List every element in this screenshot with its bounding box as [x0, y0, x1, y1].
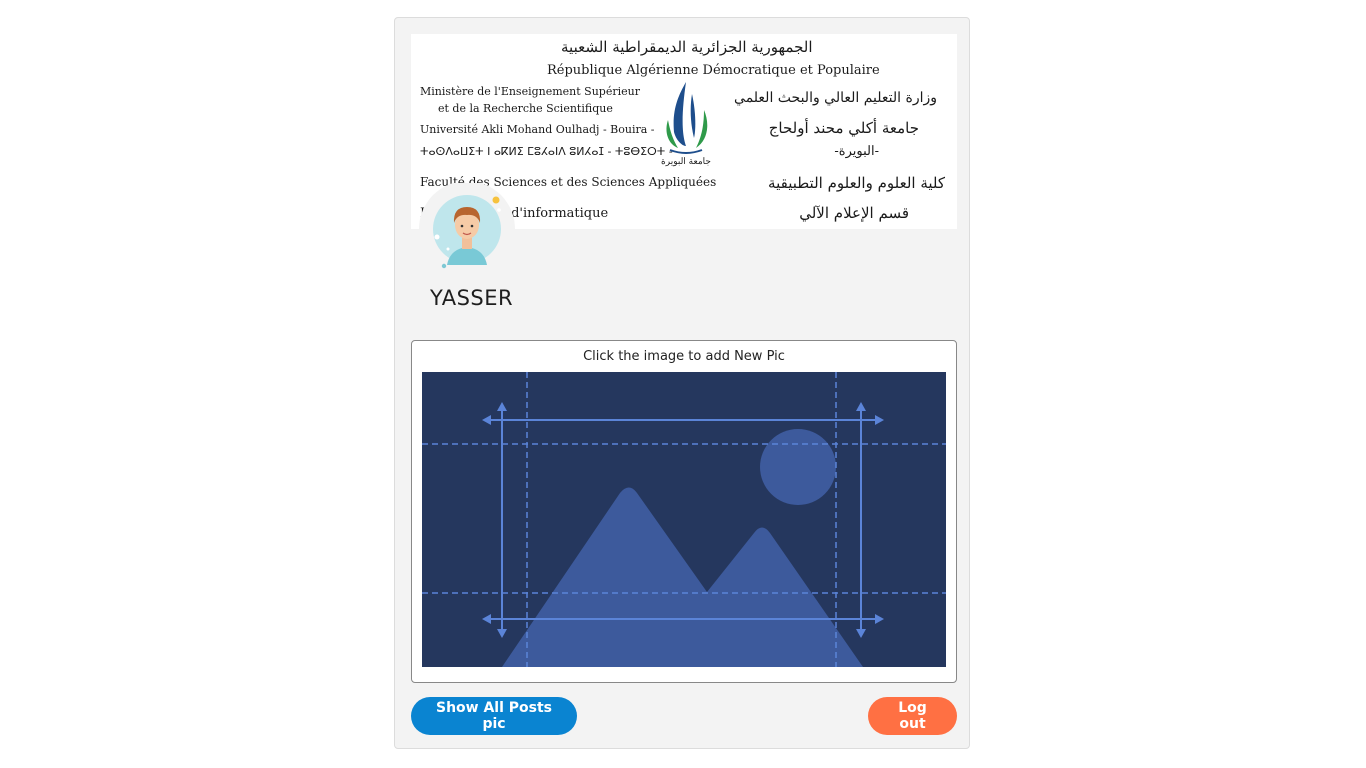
banner-tifinagh: ⵜⴰⵙⴷⴰⵡⵉⵜ ⵏ ⴰⴽⵍⵉ ⵎⵓⵃⴰⵏⴷ ⵓⵍⵃⴰⵊ - ⵜⵓⴱⵉⵔⵜ - [420, 145, 673, 158]
banner-ar-top: الجمهورية الجزائرية الديمقراطية الشعبية [561, 38, 813, 56]
upload-caption: Click the image to add New Pic [583, 349, 785, 364]
banner-ar-university: جامعة أكلي محند أولحاج [768, 119, 919, 137]
image-placeholder-icon [422, 372, 946, 667]
username: YASSER [430, 286, 514, 310]
banner-fr-ministry-1: Ministère de l'Enseignement Supérieur [420, 85, 640, 98]
banner-fr-ministry-2: et de la Recherche Scientifique [438, 102, 613, 115]
profile-card: الجمهورية الجزائرية الديمقراطية الشعبية … [394, 17, 970, 749]
banner-fr-university: Université Akli Mohand Oulhadj - Bouira … [420, 123, 655, 136]
avatar[interactable] [417, 181, 517, 277]
banner-ar-city: -البويرة- [834, 144, 879, 159]
add-new-pic-image[interactable] [422, 372, 946, 667]
banner-ar-department: قسم الإعلام الآلي [799, 204, 909, 222]
logo-caption: جامعة البويرة [661, 157, 711, 167]
show-all-posts-button[interactable]: Show All Posts pic [411, 697, 577, 735]
banner-ar-ministry: وزارة التعليم العالي والبحث العلمي [734, 90, 937, 106]
user-avatar-icon [419, 181, 515, 277]
upload-panel: Click the image to add New Pic [411, 340, 957, 683]
logout-button[interactable]: Log out [868, 697, 957, 735]
university-logo: جامعة البويرة [661, 82, 711, 167]
banner-ar-faculty: كلية العلوم والعلوم التطبيقية [768, 174, 945, 192]
